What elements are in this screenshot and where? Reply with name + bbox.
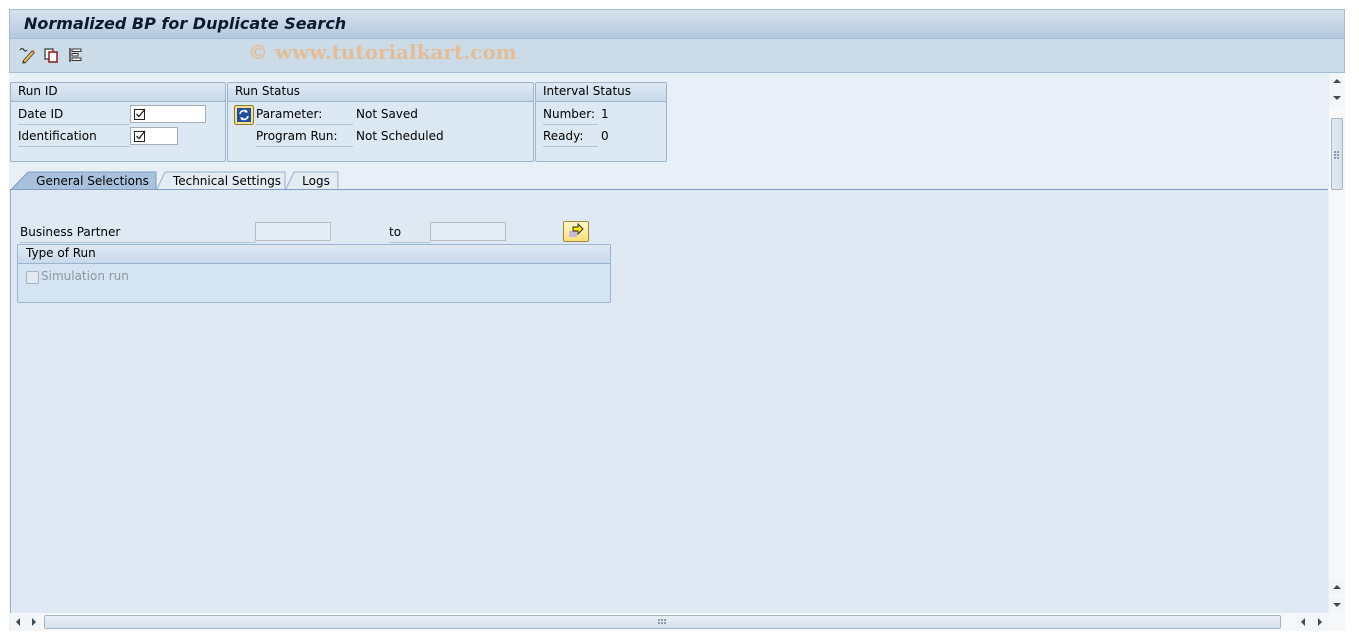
tab-technical-settings[interactable]: Technical Settings bbox=[156, 171, 286, 191]
grip-icon bbox=[1334, 151, 1339, 159]
vertical-scroll-thumb[interactable] bbox=[1331, 118, 1343, 190]
scroll-right-end-button[interactable] bbox=[1312, 614, 1328, 630]
business-partner-label: Business Partner bbox=[20, 224, 256, 243]
parameter-label: Parameter: bbox=[256, 106, 353, 125]
multiple-selection-button[interactable] bbox=[563, 221, 589, 242]
scroll-down-bottom-button[interactable] bbox=[1329, 597, 1345, 613]
arrow-up-icon bbox=[1333, 79, 1341, 83]
business-partner-from-input[interactable] bbox=[255, 222, 331, 241]
ready-value: 0 bbox=[601, 129, 609, 143]
arrow-left-icon bbox=[1301, 618, 1305, 626]
simulation-run-checkbox[interactable] bbox=[26, 271, 39, 284]
scroll-up-button[interactable] bbox=[1329, 73, 1345, 89]
identification-field[interactable] bbox=[130, 127, 178, 145]
interval-status-header: Interval Status bbox=[536, 83, 666, 102]
horizontal-scrollbar[interactable] bbox=[10, 613, 1345, 631]
arrow-right-icon bbox=[32, 618, 36, 626]
scroll-down-button[interactable] bbox=[1329, 90, 1345, 106]
program-run-label: Program Run: bbox=[256, 128, 353, 147]
tab-general-selections[interactable]: General Selections bbox=[10, 171, 157, 191]
copy-icon[interactable] bbox=[43, 46, 61, 64]
watermark: © www.tutorialkart.com bbox=[248, 40, 517, 64]
run-status-group: Run Status Parameter: Not Saved Program … bbox=[227, 82, 534, 162]
number-value: 1 bbox=[601, 107, 609, 121]
scroll-up-bottom-button[interactable] bbox=[1329, 579, 1345, 595]
run-status-header: Run Status bbox=[228, 83, 533, 102]
scroll-right-button[interactable] bbox=[26, 614, 42, 630]
number-label: Number: bbox=[543, 106, 598, 125]
vertical-scrollbar[interactable] bbox=[1329, 73, 1345, 614]
arrow-up-icon bbox=[1333, 585, 1341, 589]
parameter-value: Not Saved bbox=[356, 107, 418, 121]
arrow-right-icon bbox=[1318, 618, 1322, 626]
checkbox-glyph-icon bbox=[134, 108, 146, 120]
interval-status-group: Interval Status Number: 1 Ready: 0 bbox=[535, 82, 667, 162]
simulation-run-label: Simulation run bbox=[41, 269, 129, 283]
scroll-left-button[interactable] bbox=[10, 614, 26, 630]
run-id-header: Run ID bbox=[11, 83, 225, 102]
arrow-down-icon bbox=[1333, 603, 1341, 607]
type-of-run-group: Type of Run Simulation run bbox=[17, 244, 611, 303]
business-partner-to-input[interactable] bbox=[430, 222, 506, 241]
ready-label: Ready: bbox=[543, 128, 598, 147]
arrow-down-icon bbox=[1333, 96, 1341, 100]
horizontal-scroll-thumb[interactable] bbox=[44, 615, 1281, 629]
arrow-left-icon bbox=[16, 618, 20, 626]
identification-label: Identification bbox=[18, 128, 130, 147]
tab-content-general-selections: Business Partner to Type of Run Simulati… bbox=[10, 190, 1328, 614]
program-run-value: Not Scheduled bbox=[356, 129, 444, 143]
application-toolbar: © www.tutorialkart.com bbox=[9, 39, 1345, 73]
date-id-field[interactable] bbox=[130, 105, 206, 123]
checkbox-glyph-icon bbox=[134, 130, 146, 142]
scroll-left-end-button[interactable] bbox=[1295, 614, 1311, 630]
tab-logs[interactable]: Logs bbox=[285, 171, 339, 191]
type-of-run-header: Type of Run bbox=[18, 245, 610, 264]
run-id-group: Run ID Date ID Identification bbox=[10, 82, 226, 162]
multiple-selection-arrow-icon bbox=[569, 222, 584, 237]
sap-window: Normalized BP for Duplicate Search © www… bbox=[9, 9, 1345, 631]
title-bar: Normalized BP for Duplicate Search bbox=[9, 9, 1345, 39]
refresh-icon[interactable] bbox=[234, 105, 254, 125]
to-label: to bbox=[389, 224, 431, 243]
page-title: Normalized BP for Duplicate Search bbox=[24, 14, 347, 33]
date-id-label: Date ID bbox=[18, 106, 130, 125]
structure-icon[interactable] bbox=[67, 46, 85, 64]
grip-icon bbox=[658, 619, 666, 624]
change-icon[interactable] bbox=[18, 46, 36, 64]
